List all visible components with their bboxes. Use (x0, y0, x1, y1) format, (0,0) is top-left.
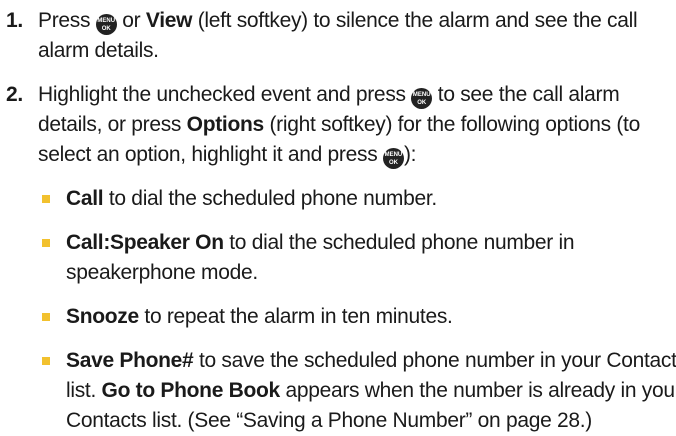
text: Press (38, 9, 96, 32)
view-key-label: View (145, 9, 193, 32)
step-text: Highlight the unchecked event and press … (38, 80, 670, 170)
option-label: Call (66, 187, 104, 210)
option-label: Snooze (66, 305, 139, 328)
step-2: 2. Highlight the unchecked event and pre… (0, 80, 670, 170)
bullet-icon (42, 357, 50, 365)
menu-ok-key-icon: MENU OK (411, 88, 433, 109)
text: Highlight the unchecked event and press (38, 83, 412, 106)
option-snooze: Snooze to repeat the alarm in ten minute… (38, 302, 676, 332)
option-call: Call to dial the scheduled phone number. (38, 184, 676, 214)
option-save-phone: Save Phone# to save the scheduled phone … (38, 346, 676, 436)
step-number: 1. (6, 9, 23, 32)
option-text: to dial the scheduled phone number. (103, 187, 437, 210)
step-number: 2. (6, 83, 23, 106)
step-1: 1. Press MENU OK or View (left softkey) t… (0, 6, 670, 66)
menu-ok-key-icon: MENU OK (382, 148, 404, 169)
option-label: Call:Speaker On (66, 231, 224, 254)
step-text: Press MENU OK or View (left softkey) to s… (38, 6, 670, 66)
text: or (116, 9, 146, 32)
option-call-speaker: Call:Speaker On to dial the scheduled ph… (38, 228, 676, 288)
text: ): (403, 143, 417, 166)
bullet-icon (42, 239, 50, 247)
manual-page: 1. Press MENU OK or View (left softkey) t… (0, 0, 676, 434)
menu-ok-key-icon: MENU OK (95, 14, 117, 35)
option-label: Save Phone# (66, 349, 194, 372)
bullet-icon (42, 195, 50, 203)
option-text: to repeat the alarm in ten minutes. (138, 305, 453, 328)
options-key-label: Options (186, 113, 265, 136)
bullet-icon (42, 313, 50, 321)
option-label-secondary: Go to Phone Book (101, 379, 281, 402)
